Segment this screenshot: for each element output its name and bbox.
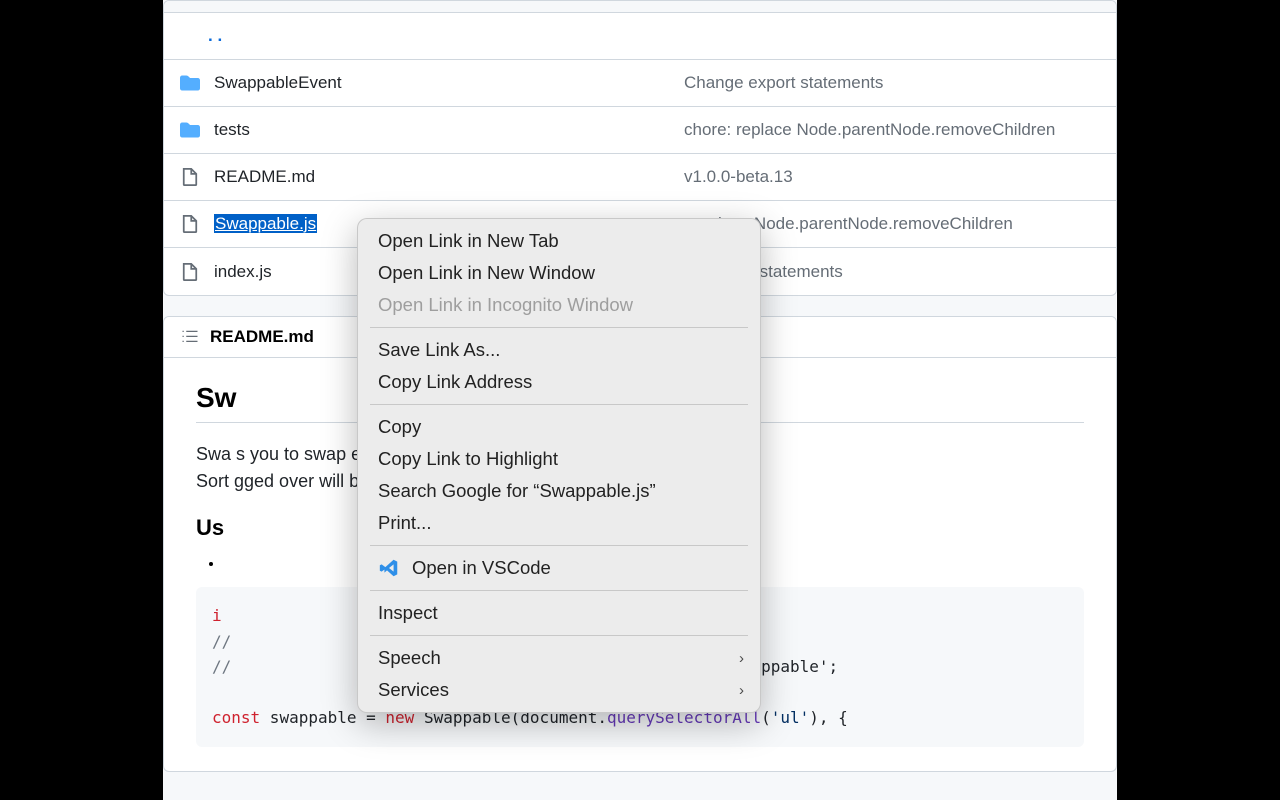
- commit-message[interactable]: v1.0.0-beta.13: [684, 167, 1100, 187]
- menu-copy-link-address[interactable]: Copy Link Address: [358, 366, 760, 398]
- file-name[interactable]: tests: [214, 120, 684, 140]
- parent-directory-link[interactable]: . .: [164, 13, 1116, 60]
- vscode-icon: [378, 557, 400, 579]
- menu-print[interactable]: Print...: [358, 507, 760, 539]
- menu-separator: [370, 545, 748, 546]
- table-row[interactable]: tests chore: replace Node.parentNode.rem…: [164, 107, 1116, 154]
- file-icon: [180, 214, 200, 234]
- file-icon: [180, 262, 200, 282]
- table-row[interactable]: README.md v1.0.0-beta.13: [164, 154, 1116, 201]
- menu-services[interactable]: Services›: [358, 674, 760, 706]
- chevron-right-icon: ›: [739, 650, 744, 667]
- readme-filename[interactable]: README.md: [210, 327, 314, 347]
- menu-open-incognito: Open Link in Incognito Window: [358, 289, 760, 321]
- file-name[interactable]: SwappableEvent: [214, 73, 684, 93]
- menu-speech[interactable]: Speech›: [358, 642, 760, 674]
- file-list-header: [164, 1, 1116, 13]
- table-row[interactable]: SwappableEvent Change export statements: [164, 60, 1116, 107]
- menu-open-in-vscode[interactable]: Open in VSCode: [358, 552, 760, 584]
- menu-search-google[interactable]: Search Google for “Swappable.js”: [358, 475, 760, 507]
- file-name[interactable]: README.md: [214, 167, 684, 187]
- menu-open-new-window[interactable]: Open Link in New Window: [358, 257, 760, 289]
- menu-save-link-as[interactable]: Save Link As...: [358, 334, 760, 366]
- list-icon[interactable]: [180, 327, 200, 347]
- menu-copy[interactable]: Copy: [358, 411, 760, 443]
- context-menu: Open Link in New Tab Open Link in New Wi…: [357, 218, 761, 713]
- menu-separator: [370, 404, 748, 405]
- file-icon: [180, 167, 200, 187]
- menu-separator: [370, 590, 748, 591]
- folder-icon: [180, 120, 200, 140]
- chevron-right-icon: ›: [739, 682, 744, 699]
- commit-message[interactable]: chore: replace Node.parentNode.removeChi…: [684, 120, 1100, 140]
- commit-message[interactable]: Change export statements: [684, 73, 1100, 93]
- menu-separator: [370, 635, 748, 636]
- menu-copy-link-highlight[interactable]: Copy Link to Highlight: [358, 443, 760, 475]
- parent-dir-label: . .: [208, 26, 222, 46]
- menu-separator: [370, 327, 748, 328]
- menu-open-new-tab[interactable]: Open Link in New Tab: [358, 225, 760, 257]
- folder-icon: [180, 73, 200, 93]
- menu-inspect[interactable]: Inspect: [358, 597, 760, 629]
